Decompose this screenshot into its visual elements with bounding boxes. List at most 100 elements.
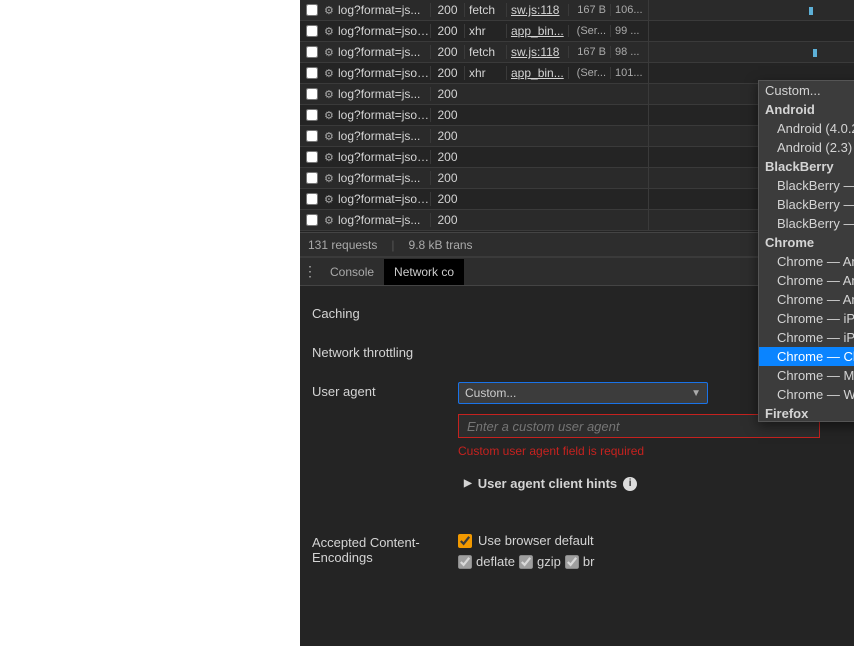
info-icon[interactable]: i xyxy=(623,477,637,491)
request-status: 200 xyxy=(430,150,464,164)
request-initiator[interactable]: app_bin... xyxy=(506,66,568,80)
request-type: xhr xyxy=(464,66,506,80)
listbox-option[interactable]: BlackBerry — 9900 xyxy=(759,214,854,233)
listbox-option[interactable]: BlackBerry — PlayBook 2.1 xyxy=(759,195,854,214)
listbox-option[interactable]: Chrome — Mac xyxy=(759,366,854,385)
row-checkbox[interactable] xyxy=(306,4,318,16)
listbox-option[interactable]: Android (2.3) Browser — Nexus S xyxy=(759,138,854,157)
row-checkbox[interactable] xyxy=(306,109,318,121)
waterfall-cell xyxy=(648,0,854,20)
row-checkbox[interactable] xyxy=(306,67,318,79)
request-type: fetch xyxy=(464,3,506,17)
listbox-option[interactable]: Chrome — Android Mobile xyxy=(759,252,854,271)
request-name: log?format=js... xyxy=(338,3,430,17)
gear-icon: ⚙ xyxy=(324,193,338,206)
request-type: fetch xyxy=(464,45,506,59)
request-status: 200 xyxy=(430,108,464,122)
listbox-option[interactable]: Custom... xyxy=(759,81,854,100)
listbox-option[interactable]: Chrome — iPhone xyxy=(759,309,854,328)
gear-icon: ⚙ xyxy=(324,67,338,80)
request-status: 200 xyxy=(430,87,464,101)
request-size: 167 B xyxy=(568,46,610,58)
listbox-group: Android xyxy=(759,100,854,119)
request-name: log?format=js... xyxy=(338,45,430,59)
request-size: 167 B xyxy=(568,4,610,16)
gear-icon: ⚙ xyxy=(324,109,338,122)
listbox-option[interactable]: BlackBerry — BB10 xyxy=(759,176,854,195)
devtools-panel: ⚙log?format=js...200fetchsw.js:118167 B1… xyxy=(300,0,854,646)
listbox-option[interactable]: Chrome — iPad xyxy=(759,328,854,347)
request-initiator[interactable]: sw.js:118 xyxy=(506,3,568,17)
request-size: (Ser... xyxy=(568,67,610,79)
request-initiator[interactable]: app_bin... xyxy=(506,24,568,38)
request-time: 98 ... xyxy=(610,46,648,58)
row-checkbox[interactable] xyxy=(306,172,318,184)
row-checkbox[interactable] xyxy=(306,214,318,226)
table-row[interactable]: ⚙log?format=js...200fetchsw.js:118167 B9… xyxy=(300,42,854,63)
gzip-checkbox[interactable] xyxy=(519,555,533,569)
row-checkbox[interactable] xyxy=(306,130,318,142)
gear-icon: ⚙ xyxy=(324,214,338,227)
request-time: 99 ... xyxy=(610,25,648,37)
summary-transferred: 9.8 kB trans xyxy=(409,238,473,252)
listbox-option[interactable]: Chrome — Android Tablet xyxy=(759,290,854,309)
request-time: 101... xyxy=(610,67,648,79)
gear-icon: ⚙ xyxy=(324,151,338,164)
user-agent-label: User agent xyxy=(312,382,458,399)
user-agent-select[interactable]: Custom... ▼ xyxy=(458,382,708,404)
row-checkbox[interactable] xyxy=(306,25,318,37)
request-status: 200 xyxy=(430,129,464,143)
more-tabs-icon[interactable]: ⋮ xyxy=(300,263,320,280)
request-size: (Ser... xyxy=(568,25,610,37)
br-label: br xyxy=(583,554,595,569)
waterfall-cell xyxy=(648,21,854,41)
row-checkbox[interactable] xyxy=(306,151,318,163)
request-status: 200 xyxy=(430,66,464,80)
tab-console[interactable]: Console xyxy=(320,259,384,285)
request-name: log?format=json... xyxy=(338,24,430,38)
request-type: xhr xyxy=(464,24,506,38)
listbox-group: BlackBerry xyxy=(759,157,854,176)
use-browser-default-checkbox[interactable] xyxy=(458,534,472,548)
listbox-option[interactable]: Chrome — Chrome OS xyxy=(759,347,854,366)
request-time: 106... xyxy=(610,4,648,16)
row-checkbox[interactable] xyxy=(306,46,318,58)
user-agent-dropdown-listbox[interactable]: Custom...AndroidAndroid (4.0.2) Browser … xyxy=(758,80,854,422)
tab-network-conditions[interactable]: Network co xyxy=(384,259,464,285)
row-checkbox[interactable] xyxy=(306,193,318,205)
gear-icon: ⚙ xyxy=(324,172,338,185)
row-checkbox[interactable] xyxy=(306,88,318,100)
use-browser-default-label: Use browser default xyxy=(478,533,594,548)
deflate-checkbox[interactable] xyxy=(458,555,472,569)
br-checkbox[interactable] xyxy=(565,555,579,569)
table-row[interactable]: ⚙log?format=js...200fetchsw.js:118167 B1… xyxy=(300,0,854,21)
encodings-label: Accepted Content-Encodings xyxy=(312,533,458,565)
gear-icon: ⚙ xyxy=(324,130,338,143)
user-agent-error: Custom user agent field is required xyxy=(458,444,842,458)
request-name: log?format=js... xyxy=(338,171,430,185)
deflate-label: deflate xyxy=(476,554,515,569)
table-row[interactable]: ⚙log?format=json...200xhrapp_bin...(Ser.… xyxy=(300,21,854,42)
request-name: log?format=json... xyxy=(338,108,430,122)
request-status: 200 xyxy=(430,24,464,38)
client-hints-toggle[interactable]: ▶ User agent client hints i xyxy=(464,476,842,491)
gear-icon: ⚙ xyxy=(324,25,338,38)
divider-icon: | xyxy=(391,238,394,252)
throttling-label: Network throttling xyxy=(312,343,458,360)
client-hints-label: User agent client hints xyxy=(478,476,617,491)
listbox-option[interactable]: Android (4.0.2) Browser — Galaxy Nexus xyxy=(759,119,854,138)
request-name: log?format=json... xyxy=(338,66,430,80)
listbox-group: Firefox xyxy=(759,404,854,422)
listbox-option[interactable]: Chrome — Android Mobile (high-end) xyxy=(759,271,854,290)
waterfall-cell xyxy=(648,42,854,62)
request-name: log?format=js... xyxy=(338,213,430,227)
request-status: 200 xyxy=(430,45,464,59)
caching-label: Caching xyxy=(312,304,458,321)
request-initiator[interactable]: sw.js:118 xyxy=(506,45,568,59)
triangle-right-icon: ▶ xyxy=(464,478,472,489)
request-status: 200 xyxy=(430,171,464,185)
chevron-down-icon: ▼ xyxy=(691,388,701,399)
request-name: log?format=json... xyxy=(338,192,430,206)
listbox-group: Chrome xyxy=(759,233,854,252)
listbox-option[interactable]: Chrome — Windows xyxy=(759,385,854,404)
